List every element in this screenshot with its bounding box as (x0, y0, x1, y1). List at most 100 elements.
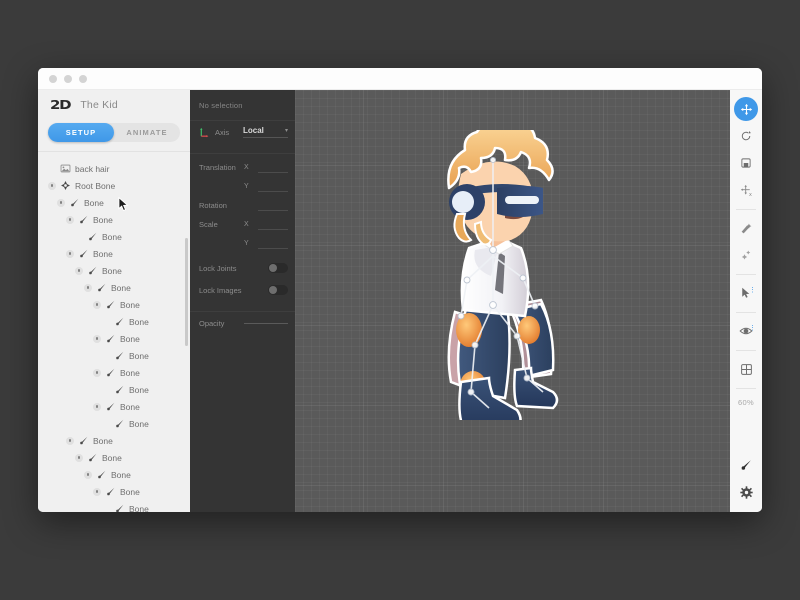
window-body: 2D The Kid SETUP ANIMATE back hair Root B… (38, 90, 762, 512)
character-body (447, 130, 559, 420)
tree-expand-toggle[interactable] (48, 181, 56, 190)
tree-item-label: Bone (93, 435, 113, 446)
tree-item[interactable]: Bone (38, 211, 190, 228)
tree-item[interactable]: Bone (38, 245, 190, 262)
scale-tool[interactable] (734, 151, 758, 175)
tree-item-label: Bone (129, 418, 149, 429)
translation-x-row: Translation X (190, 158, 295, 177)
tree-item-label: Bone (102, 265, 122, 276)
toolbar-separator-4 (736, 350, 756, 351)
zoom-level-indicator[interactable]: 60% (738, 398, 754, 407)
character-artwork[interactable] (413, 130, 573, 420)
tree-item[interactable]: Bone (38, 432, 190, 449)
bone-icon (116, 504, 124, 512)
tab-animate[interactable]: ANIMATE (114, 123, 180, 142)
bone-icon (107, 300, 115, 309)
window-close-button[interactable] (49, 74, 57, 83)
tree-item[interactable]: back hair (38, 160, 190, 177)
window-maximize-button[interactable] (79, 74, 87, 83)
viewport-canvas[interactable] (295, 90, 730, 512)
tree-expand-toggle[interactable] (93, 402, 101, 411)
tree-item[interactable]: Bone (38, 313, 190, 330)
tree-expand-toggle[interactable] (93, 368, 101, 377)
tree-item-label: Bone (129, 316, 149, 327)
tree-item[interactable]: Bone (38, 296, 190, 313)
tree-item[interactable]: Bone (38, 279, 190, 296)
tree-item[interactable]: Bone (38, 500, 190, 512)
tree-item[interactable]: Bone (38, 330, 190, 347)
tree-expand-toggle[interactable] (75, 453, 83, 462)
tree-item[interactable]: Bone (38, 262, 190, 279)
window-minimize-button[interactable] (64, 74, 72, 83)
tree-toggle-placeholder (102, 352, 110, 360)
tree-scrollbar[interactable] (185, 238, 188, 346)
select-tool[interactable]: ⋮ (734, 281, 758, 305)
visibility-tool[interactable]: ⋮ (734, 319, 758, 343)
sparkle-tool[interactable] (734, 243, 758, 267)
tree-item[interactable]: Bone (38, 194, 190, 211)
tree-item-label: Bone (129, 350, 149, 361)
tree-item[interactable]: Bone (38, 364, 190, 381)
tree-toggle-placeholder (75, 233, 83, 241)
panel-divider-2 (190, 153, 295, 154)
bone-icon (116, 351, 124, 360)
tree-item[interactable]: Bone (38, 415, 190, 432)
translation-x-input[interactable] (258, 163, 288, 173)
scale-y-row: Y (190, 234, 295, 253)
tree-item[interactable]: Bone (38, 449, 190, 466)
tree-expand-toggle[interactable] (93, 334, 101, 343)
scale-y-label: Y (244, 240, 249, 247)
tree-expand-toggle[interactable] (75, 266, 83, 275)
tree-expand-toggle[interactable] (66, 215, 74, 224)
tree-toggle-placeholder (102, 420, 110, 428)
scale-icon (741, 158, 751, 168)
tree-expand-toggle[interactable] (66, 436, 74, 445)
tree-item-label: Root Bone (75, 180, 116, 191)
tree-expand-toggle[interactable] (84, 283, 92, 292)
brand-header: 2D The Kid (38, 90, 190, 120)
lock-joints-toggle[interactable] (268, 263, 288, 273)
tree-expand-toggle[interactable] (84, 470, 92, 479)
tab-setup[interactable]: SETUP (48, 123, 114, 142)
opacity-slider[interactable] (244, 322, 288, 324)
transform-tool[interactable]: x (734, 178, 758, 202)
tree-expand-toggle[interactable] (66, 249, 74, 258)
axis-icon (200, 127, 209, 137)
right-toolbar: x ⋮ ⋮ 60% (730, 90, 762, 512)
tree-item-label: back hair (75, 163, 110, 174)
move-tool[interactable] (734, 97, 758, 121)
tree-expand-toggle[interactable] (93, 300, 101, 309)
scale-y-input[interactable] (258, 239, 288, 249)
bone-icon (89, 266, 97, 275)
opacity-row: Opacity (190, 312, 295, 334)
grid-tool[interactable] (734, 357, 758, 381)
settings-tool[interactable] (734, 480, 758, 504)
tree-item[interactable]: Bone (38, 228, 190, 245)
tree-expand-toggle[interactable] (57, 198, 65, 207)
tree-item[interactable]: Bone (38, 398, 190, 415)
tree-item[interactable]: Bone (38, 483, 190, 500)
hierarchy-tree[interactable]: back hair Root Bone Bone Bone Bone Bone Bone Bo… (38, 152, 190, 512)
rotation-input[interactable] (258, 201, 288, 211)
grid-icon (740, 363, 752, 375)
translation-y-input[interactable] (258, 182, 288, 192)
scale-x-input[interactable] (258, 220, 288, 230)
lock-images-toggle[interactable] (268, 285, 288, 295)
tree-item[interactable]: Root Bone (38, 177, 190, 194)
tree-item-label: Bone (120, 367, 140, 378)
tree-item[interactable]: Bone (38, 466, 190, 483)
bone-tool[interactable] (734, 453, 758, 477)
tree-item[interactable]: Bone (38, 347, 190, 364)
tree-item-label: Bone (120, 333, 140, 344)
rotate-tool[interactable] (734, 124, 758, 148)
opacity-label: Opacity (199, 318, 225, 328)
axis-selected-value: Local (243, 126, 264, 135)
axis-dropdown[interactable]: Local ▾ (243, 126, 288, 138)
bone-icon (116, 419, 124, 428)
tree-item[interactable]: Bone (38, 381, 190, 398)
select-tool-badge: ⋮ (749, 287, 756, 294)
tree-expand-toggle[interactable] (93, 487, 101, 496)
project-title: The Kid (80, 99, 118, 111)
magic-wand-tool[interactable] (734, 216, 758, 240)
sparkle-icon (741, 250, 751, 260)
